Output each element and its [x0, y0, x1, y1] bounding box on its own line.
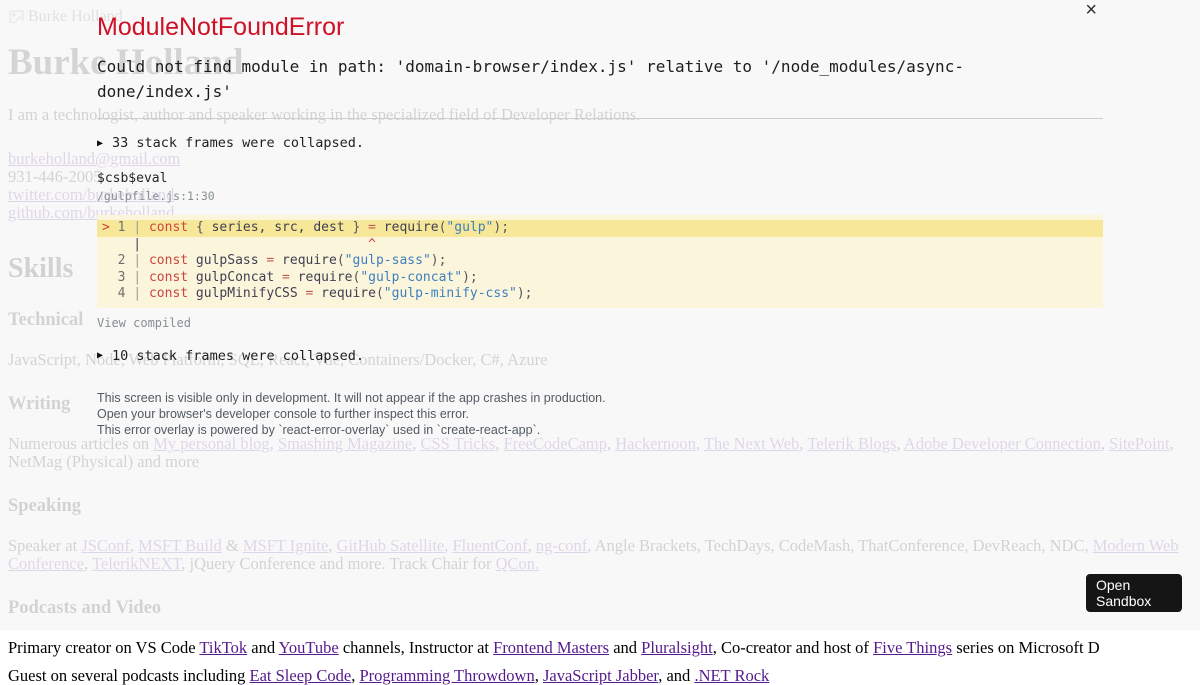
collapsed-frames-top[interactable]: ▶ 33 stack frames were collapsed. [97, 135, 1103, 151]
overlay-divider [97, 118, 1103, 119]
code-line: 3 | const gulpConcat = require("gulp-con… [117, 269, 478, 285]
page-text: , [351, 666, 360, 685]
page-link[interactable]: Eat Sleep Code [250, 666, 352, 685]
collapsed-frames-bottom[interactable]: ▶ 10 stack frames were collapsed. [97, 348, 1103, 364]
collapsed-frames-bottom-label: 10 stack frames were collapsed. [112, 347, 364, 364]
code-line: | ^ [102, 236, 376, 252]
code-line: 2 | const gulpSass = require("gulp-sass"… [117, 253, 447, 269]
page-text: and [247, 638, 279, 657]
page-link[interactable]: Frontend Masters [493, 638, 609, 657]
page-text: , [534, 666, 543, 685]
code-line: 4 | const gulpMinifyCSS = require("gulp-… [117, 286, 533, 302]
stack-frame-eval[interactable]: $csb$eval /gulpfile.js:1:30 [97, 171, 1103, 203]
page-link[interactable]: Five Things [873, 638, 952, 657]
podcasts-text: Primary creator on VS Code TikTok and Yo… [8, 639, 1192, 657]
page-text: series on Microsoft D [952, 638, 1100, 657]
page-link[interactable]: Pluralsight [641, 638, 713, 657]
page-text: , and [658, 666, 695, 685]
close-icon[interactable]: × [1085, 0, 1097, 20]
podcasts-guest-text: Guest on several podcasts including Eat … [8, 667, 1192, 685]
chevron-right-icon: ▶ [97, 350, 104, 362]
code-line: > 1 | const { series, src, dest } = requ… [97, 220, 1103, 237]
error-overlay: × ModuleNotFoundError Could not find mod… [0, 0, 1200, 630]
page-text: Primary creator on VS Code [8, 638, 200, 657]
collapsed-frames-top-label: 33 stack frames were collapsed. [112, 135, 364, 151]
overlay-footer: This screen is visible only in developme… [97, 390, 1103, 438]
error-overlay-content: × ModuleNotFoundError Could not find mod… [97, 0, 1103, 438]
view-compiled-link[interactable]: View compiled [97, 316, 1103, 330]
code-frame: > 1 | const { series, src, dest } = requ… [97, 215, 1103, 308]
stack-frame-function: $csb$eval [97, 171, 168, 186]
page-text: , Co-creator and host of [712, 638, 874, 657]
page-link[interactable]: .NET Rock [694, 666, 769, 685]
page-text: channels, Instructor at [338, 638, 494, 657]
footer-line-console: Open your browser's developer console to… [97, 406, 470, 421]
page-link[interactable]: JavaScript Jabber [543, 666, 658, 685]
page-text: Guest on several podcasts including [8, 666, 250, 685]
footer-line-powered-by: This error overlay is powered by `react-… [97, 422, 541, 437]
chevron-right-icon: ▶ [97, 137, 104, 149]
open-sandbox-button[interactable]: Open Sandbox [1086, 574, 1182, 612]
footer-line-dev-only: This screen is visible only in developme… [97, 390, 606, 405]
error-type-title: ModuleNotFoundError [97, 13, 345, 41]
page-link[interactable]: Programming Throwdown [359, 666, 534, 685]
page-text: and [609, 638, 642, 657]
page-link[interactable]: TikTok [199, 638, 247, 657]
page-link[interactable]: YouTube [279, 638, 339, 657]
stack-frame-location: /gulpfile.js:1:30 [97, 189, 215, 203]
error-message: Could not find module in path: 'domain-b… [97, 57, 964, 101]
